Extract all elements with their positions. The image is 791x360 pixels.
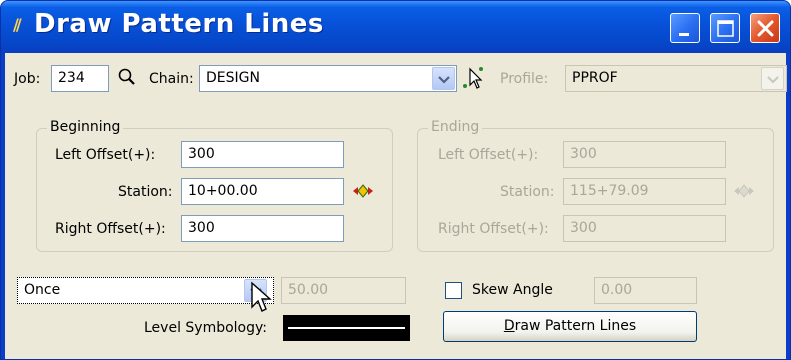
station-locate-icon-disabled <box>734 184 754 198</box>
window-title: Draw Pattern Lines <box>34 9 324 39</box>
pattern-mode-value: Once <box>24 282 61 298</box>
draw-pattern-lines-button[interactable]: Draw Pattern Lines <box>443 311 697 342</box>
ending-right-offset-label: Right Offset(+): <box>438 221 549 237</box>
chain-select-value: DESIGN <box>206 70 260 86</box>
job-input[interactable]: 234 <box>51 65 109 92</box>
pattern-interval-input: 50.00 <box>281 277 406 304</box>
station-locate-icon[interactable] <box>350 181 376 201</box>
mouse-cursor-icon <box>251 281 272 312</box>
ending-right-offset-input: 300 <box>563 215 726 242</box>
minimize-icon <box>679 33 689 36</box>
ending-station-label: Station: <box>500 184 555 200</box>
profile-label: Profile: <box>500 71 549 87</box>
level-symbology-label: Level Symbology: <box>144 320 267 336</box>
chevron-down-icon <box>767 76 779 84</box>
maximize-button[interactable] <box>710 13 740 43</box>
skew-angle-input: 0.00 <box>594 277 697 304</box>
beginning-right-offset-input[interactable]: 300 <box>181 215 344 242</box>
symbology-line-preview <box>288 327 405 329</box>
beginning-right-offset-label: Right Offset(+): <box>55 221 166 237</box>
beginning-left-offset-input[interactable]: 300 <box>181 141 344 168</box>
chevron-down-icon <box>438 76 450 84</box>
close-button[interactable] <box>750 13 780 43</box>
pattern-app-icon: // <box>13 15 22 34</box>
profile-dropdown-button <box>761 67 784 90</box>
pointer-select-icon[interactable] <box>462 65 486 91</box>
beginning-group-title: Beginning <box>47 118 124 136</box>
ending-left-offset-input: 300 <box>563 141 726 168</box>
ending-group-title: Ending <box>428 118 483 136</box>
job-label: Job: <box>14 71 41 87</box>
skew-angle-checkbox[interactable] <box>445 282 462 299</box>
dialog-body: Job: 234 Chain: DESIGN Profile: PPROF Be… <box>5 53 787 359</box>
chain-label: Chain: <box>149 71 194 87</box>
draw-button-mnemonic: D <box>503 318 515 334</box>
beginning-station-input[interactable]: 10+00.00 <box>181 178 344 205</box>
pattern-mode-select[interactable]: Once <box>17 277 274 304</box>
level-symbology-swatch[interactable] <box>283 315 410 341</box>
draw-button-label: raw Pattern Lines <box>514 318 637 334</box>
skew-angle-label[interactable]: Skew Angle <box>472 281 553 299</box>
chain-select[interactable]: DESIGN <box>199 65 457 92</box>
ending-station-input: 115+79.09 <box>563 178 726 205</box>
close-icon <box>757 20 774 37</box>
profile-select-value: PPROF <box>572 70 618 86</box>
maximize-icon <box>717 20 734 37</box>
title-bar[interactable]: // Draw Pattern Lines <box>1 1 790 53</box>
profile-select: PPROF <box>565 65 787 92</box>
chain-dropdown-button[interactable] <box>432 67 455 90</box>
ending-left-offset-label: Left Offset(+): <box>438 147 539 163</box>
beginning-station-label: Station: <box>118 184 173 200</box>
search-icon[interactable] <box>117 67 137 87</box>
dialog-window: // Draw Pattern Lines Job: 234 Chain: DE… <box>0 0 791 360</box>
minimize-button[interactable] <box>670 13 700 43</box>
beginning-left-offset-label: Left Offset(+): <box>55 147 156 163</box>
